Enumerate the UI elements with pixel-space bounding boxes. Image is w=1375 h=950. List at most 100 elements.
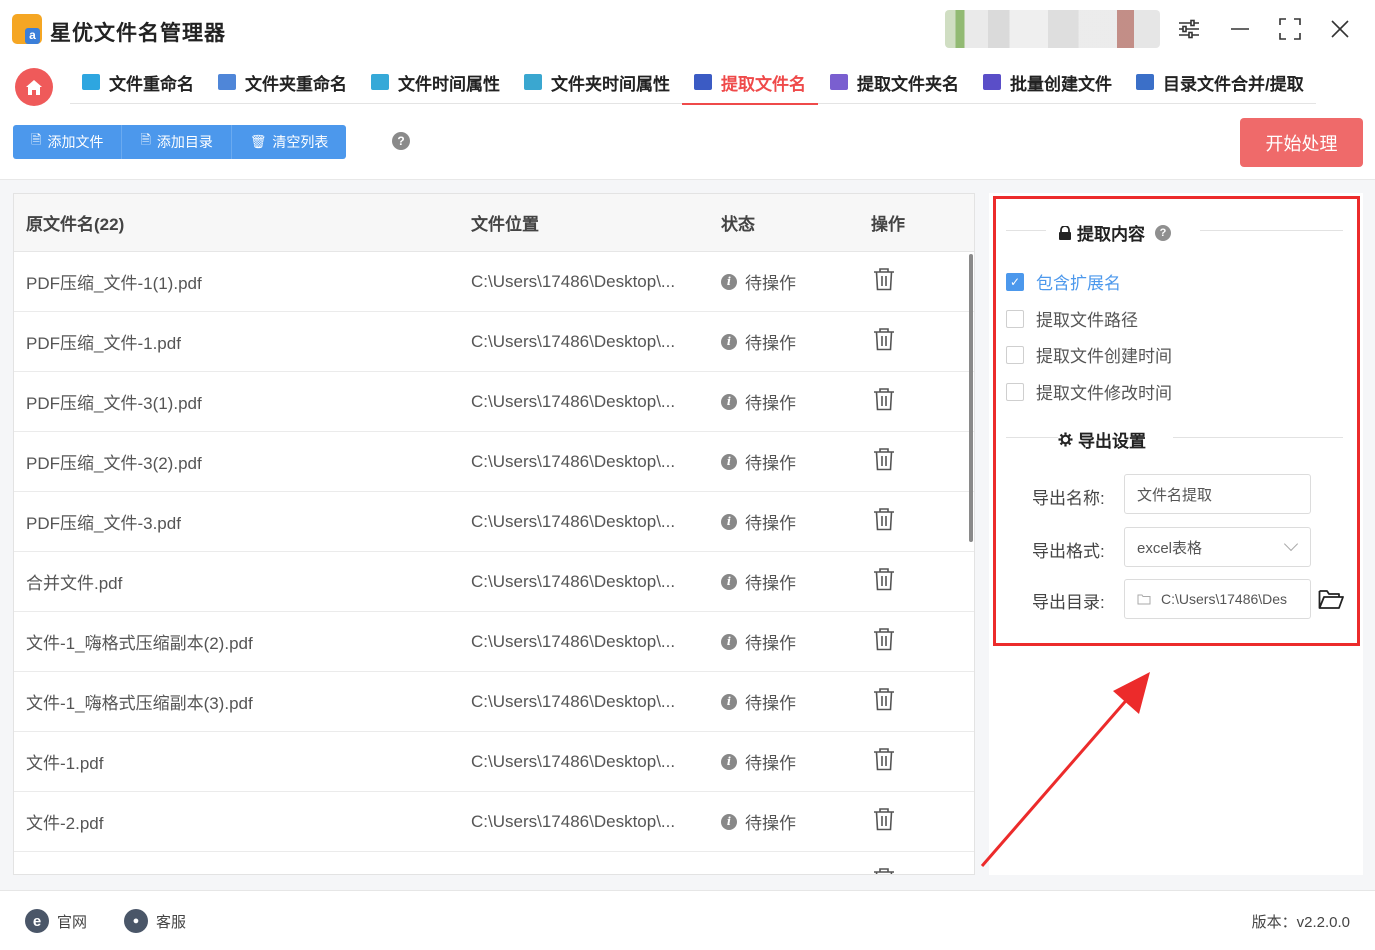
table-row[interactable]: 文件-1.pdf C:\Users\17486\Desktop\... i 待操作 xyxy=(14,732,974,792)
start-processing-button[interactable]: 开始处理 xyxy=(1240,118,1363,167)
delete-trash-icon[interactable] xyxy=(873,747,895,776)
tab-7[interactable]: 目录文件合并/提取 xyxy=(1124,60,1316,104)
export-settings-heading: 导出设置 xyxy=(1058,427,1146,452)
checkbox[interactable] xyxy=(1006,309,1024,328)
checkbox[interactable]: ✓ xyxy=(1006,272,1024,291)
export-directory-input[interactable]: C:\Users\17486\Des xyxy=(1124,579,1311,619)
info-icon: i xyxy=(721,273,737,290)
table-row[interactable]: PDF压缩_文件-3.pdf C:\Users\17486\Desktop\...… xyxy=(14,492,974,552)
row-status: i 待操作 xyxy=(721,449,871,474)
info-icon: i xyxy=(721,873,737,874)
extract-option-2[interactable]: 提取文件创建时间 xyxy=(1006,342,1172,367)
extract-option-0[interactable]: ✓ 包含扩展名 xyxy=(1006,269,1121,294)
tab-4[interactable]: 提取文件名 xyxy=(682,60,818,105)
row-status-text: 待操作 xyxy=(745,274,796,293)
extract-option-1[interactable]: 提取文件路径 xyxy=(1006,306,1138,331)
tab-2[interactable]: 文件时间属性 xyxy=(359,60,512,104)
tab-0[interactable]: 文件重命名 xyxy=(70,60,206,104)
home-button[interactable] xyxy=(15,68,53,106)
row-status: i 待操作 xyxy=(721,689,871,714)
file-table: 原文件名(22) 文件位置 状态 操作 PDF压缩_文件-1(1).pdf C:\… xyxy=(13,193,975,875)
checkbox[interactable] xyxy=(1006,345,1024,364)
info-icon: i xyxy=(721,813,737,830)
clear-list-button[interactable]: 🗑 清空列表 xyxy=(231,125,347,159)
table-row[interactable]: 文件 i 待操作 xyxy=(14,852,974,874)
option-label: 提取文件修改时间 xyxy=(1036,384,1172,403)
row-status-text: 待操作 xyxy=(745,394,796,413)
row-action xyxy=(871,267,971,296)
tab-icon xyxy=(82,74,100,90)
table-row[interactable]: PDF压缩_文件-1.pdf C:\Users\17486\Desktop\...… xyxy=(14,312,974,372)
option-label: 提取文件路径 xyxy=(1036,311,1138,330)
delete-trash-icon[interactable] xyxy=(873,507,895,536)
user-account-avatar[interactable] xyxy=(945,10,1160,48)
tab-1[interactable]: 文件夹重命名 xyxy=(206,60,359,104)
minimize-icon[interactable] xyxy=(1225,14,1255,44)
footer: e 官网 ● 客服 版本：v2.2.0.0 xyxy=(0,890,1375,950)
option-label: 提取文件创建时间 xyxy=(1036,347,1172,366)
row-filename: 文件-2.pdf xyxy=(26,814,104,833)
tab-6[interactable]: 批量创建文件 xyxy=(971,60,1124,104)
maximize-icon[interactable] xyxy=(1275,14,1305,44)
table-row[interactable]: 文件-1_嗨格式压缩副本(2).pdf C:\Users\17486\Deskto… xyxy=(14,612,974,672)
version-text: 版本：v2.2.0.0 xyxy=(1251,914,1350,931)
checkbox[interactable] xyxy=(1006,382,1024,401)
browse-folder-icon[interactable] xyxy=(1318,588,1344,615)
table-scrollbar[interactable] xyxy=(969,254,973,542)
support-link[interactable]: ● 客服 xyxy=(124,909,186,933)
gear-icon xyxy=(1058,432,1073,447)
tab-icon xyxy=(524,74,542,90)
close-icon[interactable] xyxy=(1325,14,1355,44)
table-row[interactable]: 文件-1_嗨格式压缩副本(3).pdf C:\Users\17486\Deskto… xyxy=(14,672,974,732)
help-icon[interactable]: ? xyxy=(392,132,410,150)
header-filename: 原文件名(22) xyxy=(26,215,125,234)
tab-5[interactable]: 提取文件夹名 xyxy=(818,60,971,104)
delete-trash-icon[interactable] xyxy=(873,867,895,874)
row-status: i 待操作 xyxy=(721,269,871,294)
website-link[interactable]: e 官网 xyxy=(25,909,87,933)
delete-trash-icon[interactable] xyxy=(873,447,895,476)
row-location: C:\Users\17486\Desktop\... xyxy=(471,811,676,831)
row-action xyxy=(871,627,971,656)
feature-tabs: 文件重命名 文件夹重命名 文件时间属性 文件夹时间属性 提取文件名 提取文件夹名 批量创建文… xyxy=(70,60,1316,105)
help-icon[interactable]: ? xyxy=(1155,224,1171,241)
main-nav: 文件重命名 文件夹重命名 文件时间属性 文件夹时间属性 提取文件名 提取文件夹名 批量创建文… xyxy=(0,60,1375,112)
delete-trash-icon[interactable] xyxy=(873,267,895,296)
tab-3[interactable]: 文件夹时间属性 xyxy=(512,60,682,104)
row-action xyxy=(871,567,971,596)
table-row[interactable]: PDF压缩_文件-1(1).pdf C:\Users\17486\Desktop\… xyxy=(14,252,974,312)
add-directory-button[interactable]: 🗎 添加目录 xyxy=(122,125,232,159)
table-row[interactable]: PDF压缩_文件-3(2).pdf C:\Users\17486\Desktop\… xyxy=(14,432,974,492)
table-row[interactable]: 文件-2.pdf C:\Users\17486\Desktop\... i 待操作 xyxy=(14,792,974,852)
app-logo-icon xyxy=(12,14,42,44)
tab-icon xyxy=(218,74,236,90)
delete-trash-icon[interactable] xyxy=(873,567,895,596)
info-icon: i xyxy=(721,333,737,350)
header-status: 状态 xyxy=(721,215,755,234)
table-body: PDF压缩_文件-1(1).pdf C:\Users\17486\Desktop\… xyxy=(14,252,974,874)
delete-trash-icon[interactable] xyxy=(873,687,895,716)
row-location: C:\Users\17486\Desktop\... xyxy=(471,631,676,651)
delete-trash-icon[interactable] xyxy=(873,387,895,416)
delete-trash-icon[interactable] xyxy=(873,627,895,656)
add-file-button[interactable]: 🗎 添加文件 xyxy=(13,125,123,159)
table-row[interactable]: PDF压缩_文件-3(1).pdf C:\Users\17486\Desktop\… xyxy=(14,372,974,432)
trash-icon: 🗑 xyxy=(249,134,267,149)
export-format-select[interactable]: excel表格 xyxy=(1124,527,1311,567)
row-action xyxy=(871,867,971,874)
export-name-input[interactable]: 文件名提取 xyxy=(1124,474,1311,514)
tab-label: 目录文件合并/提取 xyxy=(1163,74,1304,94)
info-icon: i xyxy=(721,573,737,590)
sliders-icon[interactable] xyxy=(1174,14,1204,44)
extract-option-3[interactable]: 提取文件修改时间 xyxy=(1006,379,1172,404)
delete-trash-icon[interactable] xyxy=(873,327,895,356)
row-filename: PDF压缩_文件-3(2).pdf xyxy=(26,454,202,473)
row-status: i 待操作 xyxy=(721,809,871,834)
delete-trash-icon[interactable] xyxy=(873,807,895,836)
extract-content-title: 提取内容 xyxy=(1077,225,1145,244)
tab-label: 文件时间属性 xyxy=(398,74,500,94)
row-status-text: 待操作 xyxy=(745,869,796,874)
table-row[interactable]: 合并文件.pdf C:\Users\17486\Desktop\... i 待操作 xyxy=(14,552,974,612)
row-location: C:\Users\17486\Desktop\... xyxy=(471,691,676,711)
row-status: i 待操作 xyxy=(721,629,871,654)
